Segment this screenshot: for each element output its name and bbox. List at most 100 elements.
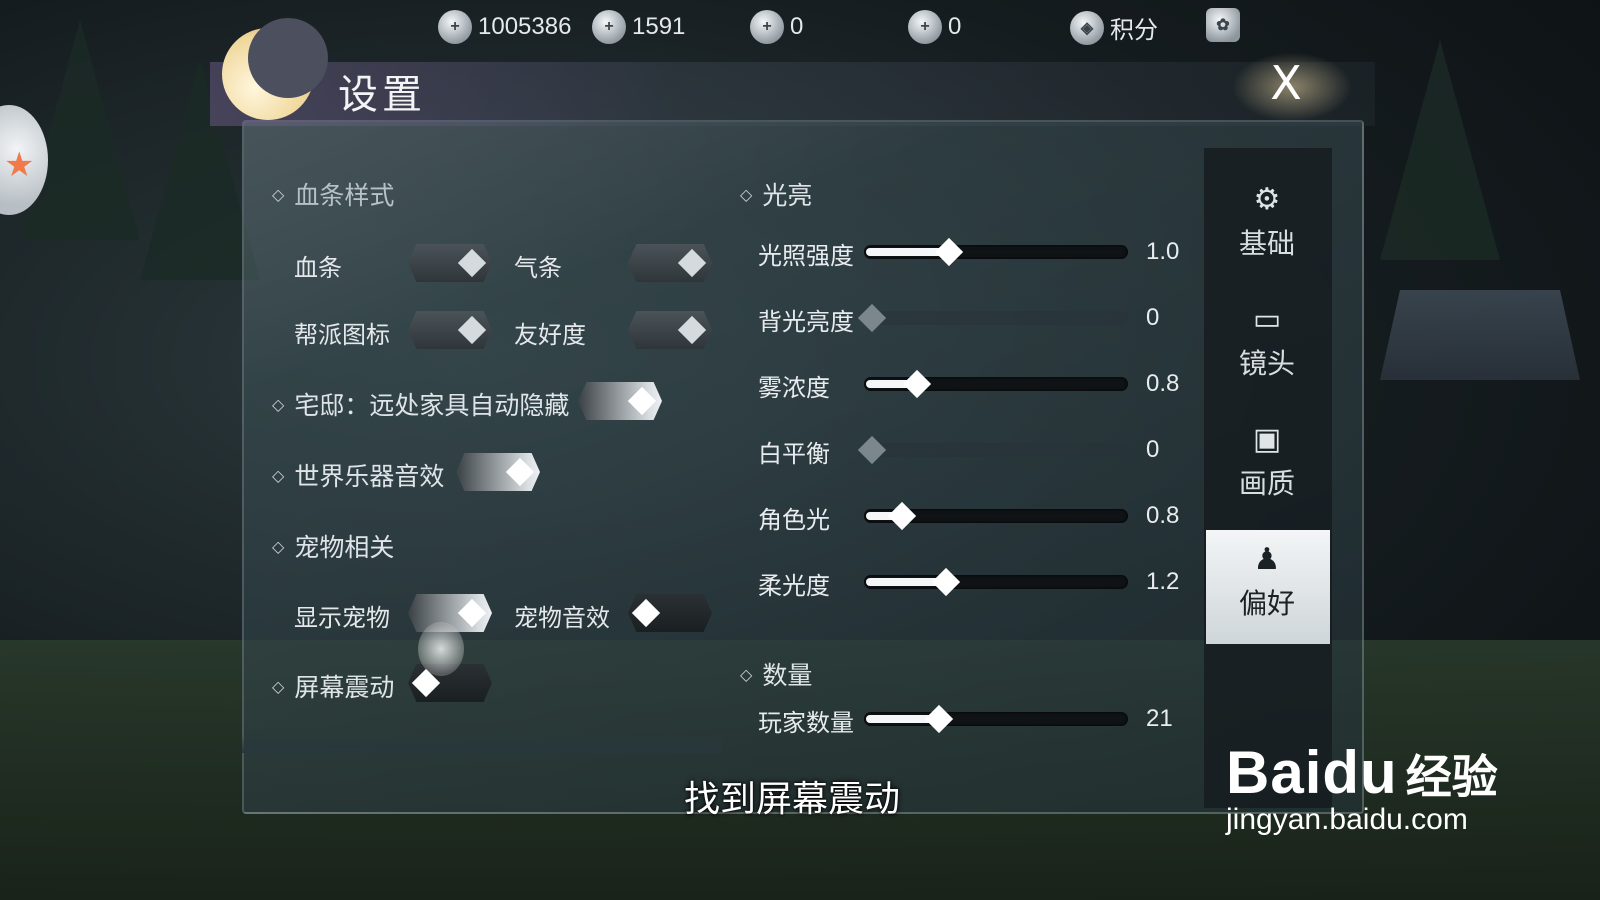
section-label: 数量 xyxy=(762,661,813,690)
close-button[interactable]: X xyxy=(1258,58,1314,114)
housing-toggle[interactable] xyxy=(578,382,662,420)
friendship-toggle[interactable] xyxy=(628,311,712,349)
watermark-url: jingyan.baidu.com xyxy=(1226,803,1468,836)
slider-track[interactable] xyxy=(864,501,1128,531)
screen-shake-setting: ◇ 屏幕震动 xyxy=(272,668,394,704)
slider-value: 1.0 xyxy=(1146,238,1180,265)
currency-2-value: 1591 xyxy=(632,13,686,40)
camera-icon: ▭ xyxy=(1252,302,1282,337)
coin-plus-icon: + xyxy=(438,10,472,44)
tree-silhouette xyxy=(1380,40,1500,260)
currency-4-value: 0 xyxy=(948,13,962,40)
moon-decoration xyxy=(222,18,328,120)
slider-track[interactable] xyxy=(864,369,1128,399)
qi-bar-toggle[interactable] xyxy=(628,244,712,282)
star-icon: ★ xyxy=(4,145,35,185)
world-music-label: 世界乐器音效 xyxy=(294,462,445,491)
world-music-setting: ◇ 世界乐器音效 xyxy=(272,457,444,493)
points[interactable]: ◈ 积分 xyxy=(1070,10,1158,45)
slider-track[interactable] xyxy=(857,303,1128,333)
watermark-brand: Bai xyxy=(1226,739,1323,806)
section-hp-style: ◇ 血条样式 xyxy=(272,176,394,212)
tab-preference[interactable]: ♟ 偏好 xyxy=(1222,542,1312,622)
panel-title: 设置 xyxy=(338,72,426,118)
slider-value: 1.2 xyxy=(1146,568,1180,595)
diamond-bullet-icon: ◇ xyxy=(740,664,753,684)
currency-4[interactable]: +0 xyxy=(908,10,961,44)
diamond-bullet-icon: ◇ xyxy=(272,465,285,485)
section-quantity: ◇ 数量 xyxy=(740,656,812,692)
friendship-label: 友好度 xyxy=(514,321,586,349)
slider-label: 白平衡 xyxy=(758,440,830,468)
slider-value: 21 xyxy=(1146,705,1173,732)
slider-value: 0 xyxy=(1146,436,1160,463)
gear-icon: ⚙ xyxy=(1253,182,1281,217)
watermark-brand2: 经验 xyxy=(1405,750,1498,804)
housing-setting: ◇ 宅邸：远处家具自动隐藏 xyxy=(272,386,569,422)
tab-quality[interactable]: ▣ 画质 xyxy=(1222,422,1312,502)
slider-track[interactable] xyxy=(864,567,1128,597)
ingot-plus-icon: + xyxy=(592,10,626,44)
toggle-knob xyxy=(457,598,487,628)
section-pet: ◇ 宠物相关 xyxy=(272,528,394,564)
shield-icon: ◈ xyxy=(1070,10,1104,45)
qi-bar-label: 气条 xyxy=(514,254,562,282)
slider-label: 玩家数量 xyxy=(758,709,854,737)
baidu-watermark: Baidu 经验 jingyan.baidu.com xyxy=(1226,738,1498,837)
diamond-bullet-icon: ◇ xyxy=(272,676,285,696)
slider-track[interactable] xyxy=(857,435,1128,465)
tab-label: 镜头 xyxy=(1238,347,1295,380)
slider-value: 0.8 xyxy=(1146,370,1180,397)
show-pet-label: 显示宠物 xyxy=(294,604,390,632)
points-label: 积分 xyxy=(1110,17,1158,44)
pet-sound-label: 宠物音效 xyxy=(514,604,610,632)
slider-label: 柔光度 xyxy=(758,572,830,600)
hp-bar-label: 血条 xyxy=(294,254,342,282)
menu-button[interactable]: ✿ xyxy=(1206,8,1240,42)
slider-value: 0 xyxy=(1146,304,1160,331)
diamond-bullet-icon: ◇ xyxy=(272,536,285,556)
tab-basic[interactable]: ⚙ 基础 xyxy=(1222,182,1312,262)
slider-label: 光照强度 xyxy=(758,242,854,270)
tutorial-caption: 找到屏幕震动 xyxy=(684,779,901,820)
section-label: 宠物相关 xyxy=(294,533,395,562)
slider-label: 背光亮度 xyxy=(758,308,854,336)
screen-shake-label: 屏幕震动 xyxy=(294,673,395,702)
toggle-knob xyxy=(457,248,487,278)
hp-bar-toggle[interactable] xyxy=(408,244,492,282)
tab-label: 基础 xyxy=(1238,227,1295,260)
slider-label: 角色光 xyxy=(758,506,830,534)
currency-2[interactable]: +1591 xyxy=(592,10,685,44)
slider-value: 0.8 xyxy=(1146,502,1180,529)
guild-icon-toggle[interactable] xyxy=(408,311,492,349)
bag-plus-icon: + xyxy=(908,10,942,44)
toggle-knob xyxy=(677,248,707,278)
toggle-knob xyxy=(505,457,535,487)
diamond-bullet-icon: ◇ xyxy=(272,184,285,204)
toggle-knob xyxy=(627,386,657,416)
slider-label: 雾浓度 xyxy=(758,374,830,402)
slider-track[interactable] xyxy=(864,704,1128,734)
currency-3-value: 0 xyxy=(790,13,804,40)
section-label: 血条样式 xyxy=(294,181,395,210)
tab-camera[interactable]: ▭ 镜头 xyxy=(1222,302,1312,382)
housing-label: 宅邸：远处家具自动隐藏 xyxy=(294,391,570,420)
world-music-toggle[interactable] xyxy=(456,453,540,491)
touch-indicator xyxy=(418,622,464,676)
monitor-icon: ▣ xyxy=(1252,422,1282,457)
slider-track[interactable] xyxy=(864,237,1128,267)
section-lighting: ◇ 光亮 xyxy=(740,176,812,212)
currency-3[interactable]: +0 xyxy=(750,10,803,44)
diamond-bullet-icon: ◇ xyxy=(740,184,753,204)
toggle-knob xyxy=(457,315,487,345)
jade-plus-icon: + xyxy=(750,10,784,44)
section-label: 光亮 xyxy=(762,181,813,210)
pet-sound-toggle[interactable] xyxy=(628,594,712,632)
diamond-bullet-icon: ◇ xyxy=(272,394,285,414)
emblem-icon: ✿ xyxy=(1206,8,1240,42)
guild-icon-label: 帮派图标 xyxy=(294,321,390,349)
scroll-fade xyxy=(242,735,722,753)
currency-1-value: 1005386 xyxy=(478,13,572,40)
tab-label: 画质 xyxy=(1238,467,1295,500)
currency-1[interactable]: +1005386 xyxy=(438,10,571,44)
